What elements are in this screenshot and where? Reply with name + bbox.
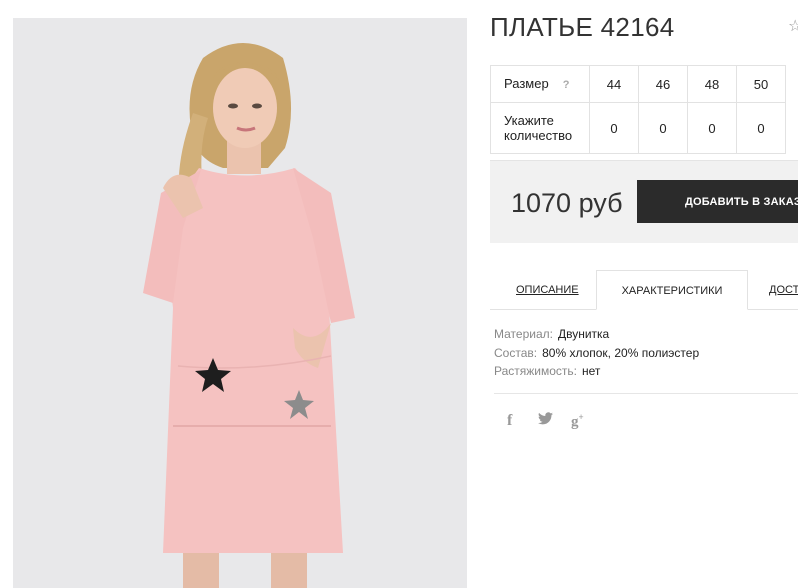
size-option-44[interactable]: 44	[589, 65, 639, 103]
add-to-cart-button[interactable]: ДОБАВИТЬ В ЗАКАЗ	[637, 180, 798, 223]
star-favorite-icon[interactable]: ☆	[788, 19, 798, 35]
twitter-icon[interactable]	[538, 412, 553, 428]
tab-characteristics[interactable]: ХАРАКТЕРИСТИКИ	[596, 270, 748, 310]
twitter-bird-icon	[538, 412, 553, 425]
product-price: 1070 руб	[511, 188, 623, 218]
spec-value: Двунитка	[557, 327, 610, 341]
size-row: Размер? 44 46 48 50	[490, 65, 786, 103]
quantity-input-44[interactable]: 0	[589, 102, 639, 154]
size-option-46[interactable]: 46	[638, 65, 688, 103]
facebook-icon[interactable]: f	[507, 412, 512, 430]
size-option-48[interactable]: 48	[687, 65, 737, 103]
tab-description[interactable]: ОПИСАНИЕ	[516, 284, 579, 296]
quantity-input-46[interactable]: 0	[638, 102, 688, 154]
characteristics-list: Материал: Двунитка Состав: 80% хлопок, 20%…	[494, 325, 699, 381]
tab-delivery[interactable]: ДОСТАВКА	[769, 284, 798, 296]
spec-value: 80% хлопок, 20% полиэстер	[542, 345, 700, 360]
quantity-input-48[interactable]: 0	[687, 102, 737, 154]
size-label-cell: Размер?	[490, 65, 590, 103]
quantity-input-50[interactable]: 0	[736, 102, 786, 154]
divider	[494, 393, 798, 394]
size-label: Размер	[504, 75, 549, 91]
product-photo[interactable]	[13, 18, 467, 588]
product-title: ПЛАТЬЕ 42164	[490, 12, 675, 42]
spec-value: нет	[582, 364, 601, 378]
add-to-cart-label: ДОБАВИТЬ В ЗАКАЗ	[685, 195, 798, 208]
spec-key: Состав:	[494, 345, 538, 360]
spec-key: Материал:	[494, 327, 553, 341]
product-image	[13, 18, 467, 588]
google-plus-icon[interactable]: g+	[571, 412, 584, 431]
spec-row: Состав: 80% хлопок, 20% полиэстер	[494, 344, 699, 363]
spec-key: Растяжимость:	[494, 364, 578, 378]
spec-row: Растяжимость: нет	[494, 362, 699, 381]
quantity-row: Укажите количество 0 0 0 0	[490, 102, 786, 154]
buy-box: 1070 руб ДОБАВИТЬ В ЗАКАЗ	[490, 160, 798, 243]
spec-row: Материал: Двунитка	[494, 325, 699, 344]
quantity-label: Укажите количество	[490, 102, 590, 154]
size-quantity-table: Размер? 44 46 48 50 Укажите количество 0…	[490, 65, 786, 154]
help-icon[interactable]: ?	[563, 79, 570, 91]
size-option-50[interactable]: 50	[736, 65, 786, 103]
